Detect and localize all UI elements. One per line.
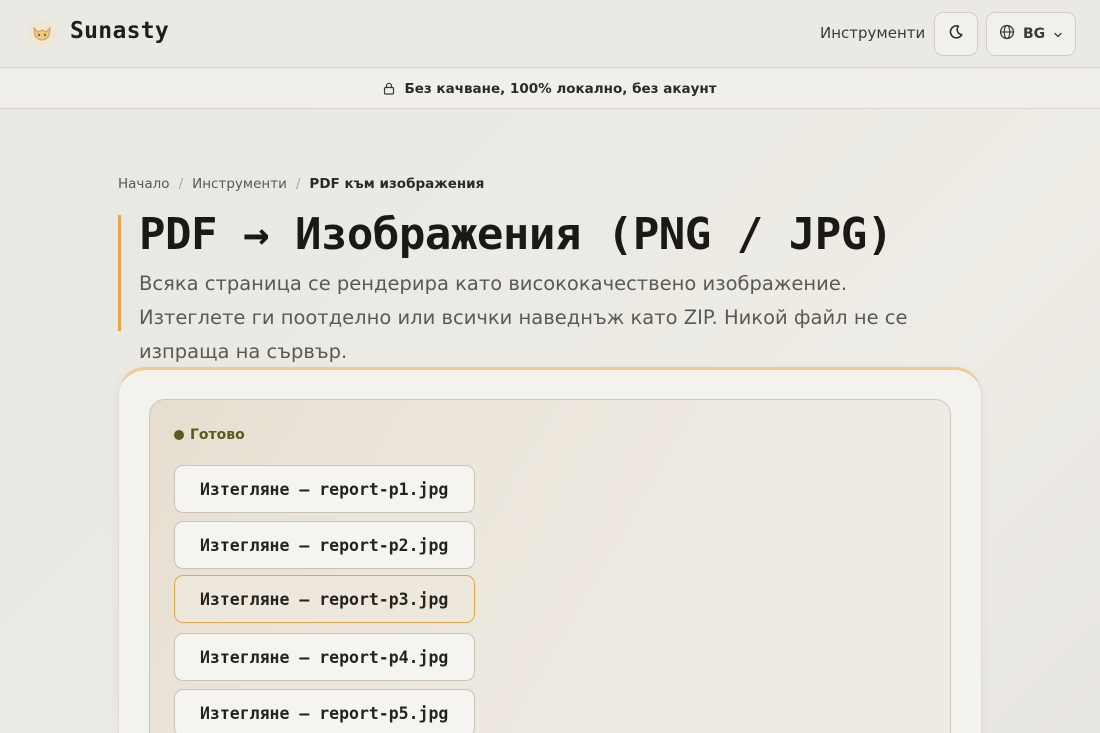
language-select[interactable]: BG [986,12,1076,56]
breadcrumb-current: PDF към изображения [309,176,485,192]
status-text: Готово [190,427,245,443]
breadcrumb: Начало / Инструменти / PDF към изображен… [118,176,484,192]
page-description: Всяка страница се рендерира като високок… [139,272,908,363]
download-button[interactable]: Изтегляне — report-p4.jpg [174,633,475,681]
breadcrumb-tools[interactable]: Инструменти [192,176,287,192]
nav-tools-link[interactable]: Инструменти [820,24,925,42]
top-header: Sunasty Инструменти BG [0,0,1100,68]
fox-logo-icon[interactable] [27,19,57,49]
lock-icon [383,82,395,95]
chevron-down-icon [1053,25,1063,44]
download-button[interactable]: Изтегляне — report-p3.jpg [174,575,475,623]
status-dot-icon [174,430,184,440]
privacy-banner-text: Без качване, 100% локално, без акаунт [404,80,717,97]
breadcrumb-separator: / [295,176,301,192]
download-button[interactable]: Изтегляне — report-p1.jpg [174,465,475,513]
status-indicator: Готово [174,427,245,443]
breadcrumb-home[interactable]: Начало [118,176,170,192]
brand-name[interactable]: Sunasty [70,18,169,44]
globe-icon [999,24,1015,44]
theme-toggle-button[interactable] [934,12,978,56]
download-button[interactable]: Изтегляне — report-p5.jpg [174,689,475,733]
privacy-banner: Без качване, 100% локално, без акаунт [0,69,1100,109]
page-hero: PDF → Изображения (PNG / JPG) Всяка стра… [118,209,978,363]
breadcrumb-separator: / [178,176,184,192]
language-label: BG [1023,26,1046,42]
moon-icon [948,24,964,44]
download-button[interactable]: Изтегляне — report-p2.jpg [174,521,475,569]
page-title: PDF → Изображения (PNG / JPG) [139,209,893,260]
